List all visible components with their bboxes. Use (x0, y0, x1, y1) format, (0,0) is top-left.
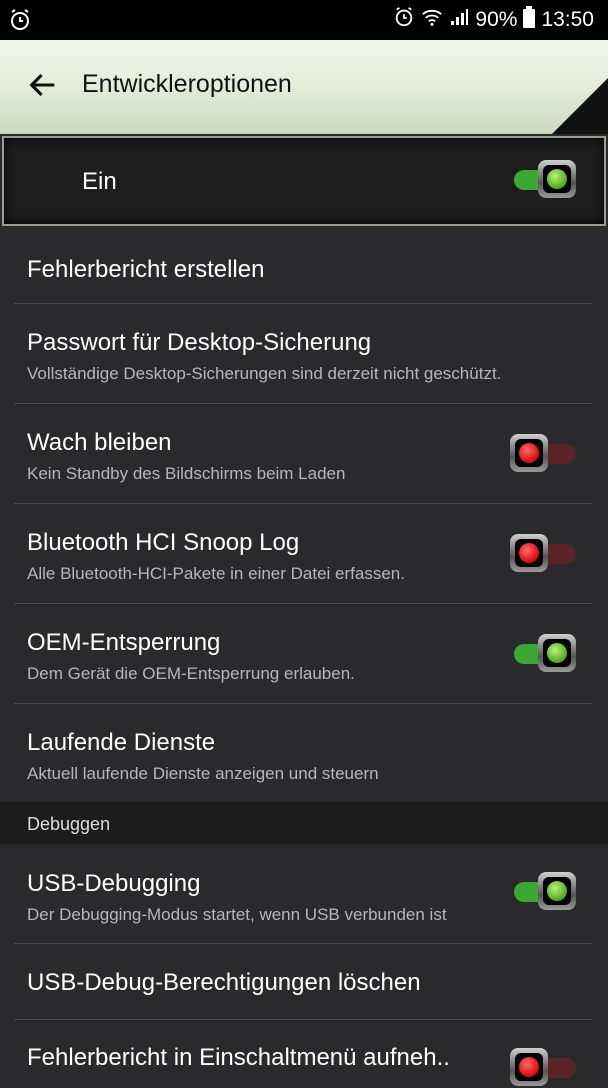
item-title: Wach bleiben (27, 429, 172, 456)
status-bar: 90% 13:50 (0, 0, 608, 40)
item-title: Laufende Dienste (27, 729, 216, 756)
item-subtitle: Dem Gerät die OEM-Entsperrung erlauben. (27, 664, 355, 683)
app-bar: Entwickleroptionen (0, 40, 608, 134)
signal-icon (449, 7, 469, 33)
decorative-stripe (552, 78, 608, 134)
arrow-left-icon (29, 73, 55, 97)
list-item[interactable]: Fehlerbericht in Einschaltmenü aufneh.. (0, 1020, 608, 1086)
item-title: OEM-Entsperrung (27, 629, 221, 656)
oem-unlock-toggle[interactable] (512, 634, 578, 674)
section-header-debugging: Debuggen (0, 802, 608, 844)
list-item[interactable]: Wach bleiben Kein Standby des Bildschirm… (0, 404, 608, 504)
item-title: Fehlerbericht in Einschaltmenü aufneh.. (27, 1044, 450, 1071)
item-subtitle: Der Debugging-Modus startet, wenn USB ve… (27, 905, 447, 924)
list-item[interactable]: Laufende Dienste Aktuell laufende Dienst… (0, 704, 608, 802)
master-toggle[interactable] (512, 160, 578, 200)
item-subtitle: Vollständige Desktop-Sicherungen sind de… (27, 364, 502, 383)
section-title: Debuggen (27, 814, 111, 834)
battery-icon (523, 6, 536, 34)
item-title: Bluetooth HCI Snoop Log (27, 529, 300, 556)
clock: 13:50 (541, 8, 594, 31)
wifi-icon (421, 6, 443, 34)
bugreport-power-menu-toggle[interactable] (510, 1048, 576, 1088)
master-switch-label: Ein (82, 168, 117, 195)
alarm-clock-icon (393, 6, 415, 34)
master-switch-row[interactable]: Ein (2, 136, 606, 226)
list-item[interactable]: USB-Debug-Berechtigungen löschen (0, 944, 608, 1020)
stay-awake-toggle[interactable] (510, 434, 576, 474)
item-title: Passwort für Desktop-Sicherung (27, 329, 372, 356)
list-item[interactable]: Bluetooth HCI Snoop Log Alle Bluetooth-H… (0, 504, 608, 604)
item-title: USB-Debug-Berechtigungen löschen (27, 969, 421, 996)
list-item[interactable]: OEM-Entsperrung Dem Gerät die OEM-Entspe… (0, 604, 608, 704)
alarm-icon (8, 8, 32, 37)
decorative-stripe (0, 40, 17, 48)
item-title: USB-Debugging (27, 870, 201, 897)
list-item[interactable]: USB-Debugging Der Debugging-Modus starte… (0, 844, 608, 944)
bluetooth-hci-toggle[interactable] (510, 534, 576, 574)
battery-percent: 90% (475, 8, 518, 31)
item-title: Fehlerbericht erstellen (27, 256, 265, 283)
back-button[interactable] (26, 68, 60, 102)
item-subtitle: Alle Bluetooth-HCI-Pakete in einer Datei… (27, 564, 405, 583)
list-item[interactable]: Passwort für Desktop-Sicherung Vollständ… (0, 304, 608, 404)
item-subtitle: Aktuell laufende Dienste anzeigen und st… (27, 764, 379, 783)
item-subtitle: Kein Standby des Bildschirms beim Laden (27, 464, 346, 483)
usb-debugging-toggle[interactable] (512, 872, 578, 912)
page-title: Entwickleroptionen (82, 70, 292, 98)
list-item[interactable]: Fehlerbericht erstellen (0, 228, 608, 304)
